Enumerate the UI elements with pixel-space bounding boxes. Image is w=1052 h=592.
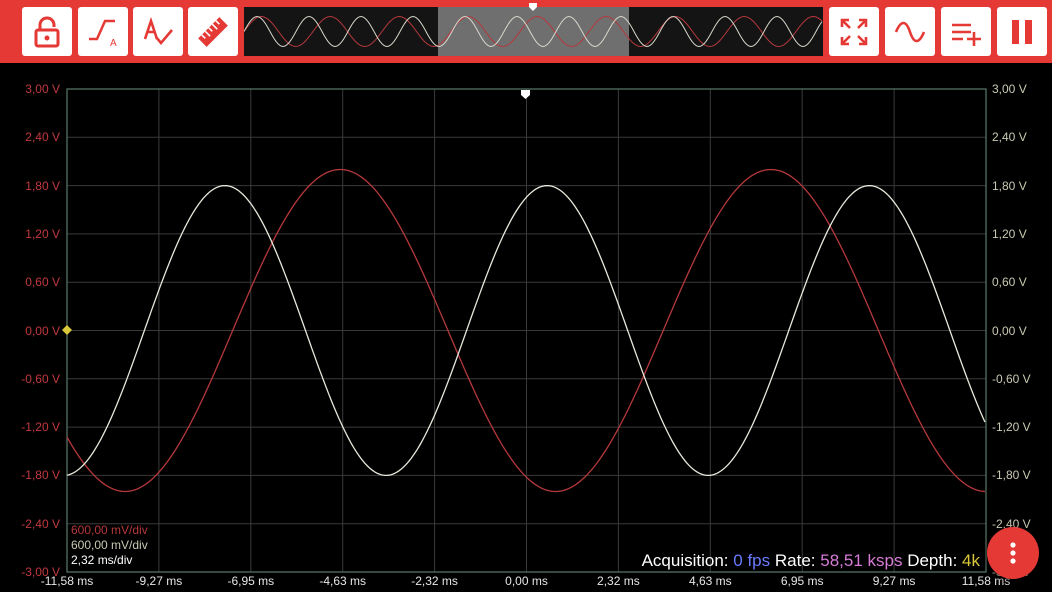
y-axis-label-left: 0,60 V	[25, 275, 60, 290]
ruler-icon	[198, 16, 228, 47]
x-axis-label: -11,58 ms	[40, 574, 94, 588]
toolbar: A	[0, 0, 1052, 63]
trigger-icon: A	[89, 19, 117, 49]
svg-text:A: A	[110, 38, 117, 49]
fullscreen-icon	[840, 18, 868, 45]
acquisition-label: Acquisition:	[641, 551, 729, 570]
y-axis-label-left: -2,40 V	[21, 516, 60, 531]
add-list-button[interactable]	[941, 7, 991, 56]
y-axis-label-right: -0,60 V	[992, 371, 1031, 386]
x-axis-label: 0,00 ms	[505, 574, 548, 588]
x-axis-label: -9,27 ms	[135, 574, 183, 588]
y-axis-label-left: 1,20 V	[25, 226, 60, 241]
waveform-button[interactable]	[885, 7, 935, 56]
x-axis-label: -4,63 ms	[319, 574, 367, 588]
status-bar: Acquisition: 0 fps Rate: 58,51 ksps Dept…	[642, 551, 980, 571]
scope-plot[interactable]	[0, 63, 1052, 592]
time-scale: 2,32 ms/div	[71, 553, 133, 567]
lock-button[interactable]	[22, 7, 72, 56]
trigger-level-marker	[62, 325, 72, 335]
overview-ch1	[244, 15, 823, 48]
x-axis-label: 4,63 ms	[688, 574, 732, 588]
depth-value: 4k	[962, 551, 980, 570]
add-list-icon	[952, 23, 981, 46]
ch1-scale: 600,00 mV/div	[71, 523, 148, 537]
trigger-position-marker	[521, 90, 530, 99]
x-axis-label: 2,32 ms	[597, 574, 640, 588]
buffer-overview[interactable]	[244, 7, 823, 56]
y-axis-label-left: 3,00 V	[25, 82, 60, 96]
measure-button[interactable]	[188, 7, 238, 56]
y-axis-label-left: -1,80 V	[21, 468, 60, 483]
channel-info: 600,00 mV/div 600,00 mV/div 2,32 ms/div	[71, 523, 148, 568]
depth-label: Depth:	[907, 551, 958, 570]
y-axis-label-left: 1,80 V	[25, 178, 60, 193]
y-axis-label-right: 3,00 V	[992, 82, 1027, 96]
pause-button[interactable]	[997, 7, 1047, 56]
rate-value: 58,51 ksps	[820, 551, 903, 570]
y-axis-label-left: -0,60 V	[21, 371, 60, 386]
y-axis-label-left: 0,00 V	[25, 323, 60, 338]
y-axis-label-right: -1,80 V	[992, 468, 1031, 483]
y-axis-label-right: -1,20 V	[992, 420, 1031, 435]
trigger-button[interactable]: A	[78, 7, 128, 56]
x-axis-label: -6,95 ms	[227, 574, 275, 588]
overview-marker	[529, 3, 537, 11]
y-axis-label-left: -1,20 V	[21, 420, 60, 435]
acquisition-value: 0 fps	[733, 551, 771, 570]
y-axis-label-right: 1,80 V	[992, 178, 1027, 193]
pause-icon	[1012, 19, 1032, 44]
auto-measure-icon	[143, 16, 173, 45]
lock-icon	[34, 16, 60, 47]
more-vert-icon	[1010, 542, 1016, 564]
y-axis-label-right: 2,40 V	[992, 130, 1027, 145]
fullscreen-button[interactable]	[829, 7, 879, 56]
y-axis-label-right: 1,20 V	[992, 226, 1027, 241]
y-axis-label-right: 0,00 V	[992, 323, 1027, 338]
waveform-icon	[894, 21, 926, 42]
ch2-scale: 600,00 mV/div	[71, 538, 148, 552]
y-axis-label-left: 2,40 V	[25, 130, 60, 145]
overview-waveform	[244, 15, 823, 48]
more-options-button[interactable]	[987, 527, 1039, 579]
x-axis-label: 6,95 ms	[780, 574, 824, 588]
auto-measure-button[interactable]	[133, 7, 183, 56]
y-axis-label-right: 0,60 V	[992, 275, 1027, 290]
x-axis-label: 9,27 ms	[872, 574, 916, 588]
scope-display[interactable]: 3,00 V 3,00 V 2,40 V 2,40 V 1,80 V 1,80 V 1,20…	[0, 63, 1052, 592]
rate-label: Rate:	[774, 551, 816, 570]
x-axis-label: -2,32 ms	[411, 574, 458, 588]
